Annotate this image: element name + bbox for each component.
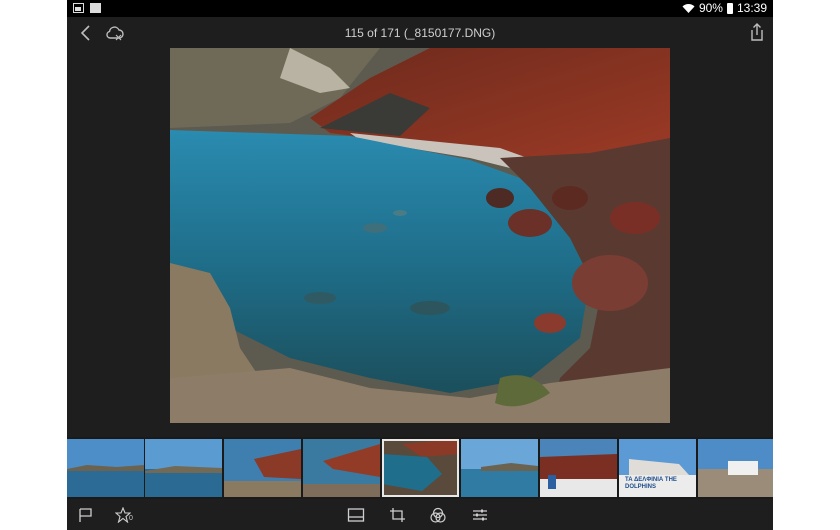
battery-percent: 90%: [698, 1, 723, 15]
filmstrip-thumbnail[interactable]: [224, 439, 301, 497]
filmstrip-thumbnail[interactable]: [67, 439, 144, 497]
thumbnail-image: [461, 439, 538, 497]
flag-icon[interactable]: [77, 507, 95, 523]
rating-control[interactable]: 0: [114, 506, 137, 524]
thumbnail-image: [303, 439, 380, 497]
crop-icon[interactable]: [389, 507, 407, 523]
rating-count: 0: [129, 515, 133, 522]
filmstrip-thumbnail[interactable]: [145, 439, 222, 497]
filmstrip-thumbnail-selected[interactable]: [382, 439, 459, 497]
top-bar: 115 of 171 (_8150177.DNG): [67, 17, 773, 49]
gallery-icon: [73, 3, 84, 13]
wifi-icon: [682, 3, 695, 13]
main-photo[interactable]: [170, 48, 670, 423]
clock: 13:39: [736, 1, 767, 15]
battery-icon: [726, 2, 733, 14]
thumbnail-image: [540, 439, 617, 497]
filmstrip-thumbnail[interactable]: [698, 439, 773, 497]
thumbnail-caption: TA ΔΕΛΦΙΝΙΑ THE DOLPHINS: [625, 477, 677, 490]
filmstrip: TA ΔΕΛΦΙΝΙΑ THE DOLPHINS: [67, 437, 773, 499]
beach-photo-image: [170, 48, 670, 423]
filmstrip-view-icon[interactable]: [347, 507, 365, 523]
app-frame: 90% 13:39 115 of 171 (_8150177.DNG) TA Δ…: [67, 0, 773, 530]
photo-title: 115 of 171 (_8150177.DNG): [344, 26, 496, 40]
filmstrip-thumbnail[interactable]: [303, 439, 380, 497]
thumbnail-image: [145, 439, 222, 497]
adjust-sliders-icon[interactable]: [471, 507, 489, 523]
status-bar: 90% 13:39: [67, 0, 773, 17]
bottom-toolbar: 0: [67, 499, 773, 530]
share-icon[interactable]: [749, 22, 765, 42]
thumbnail-image: [698, 439, 773, 497]
presets-icon[interactable]: [429, 507, 447, 523]
filmstrip-thumbnail[interactable]: [540, 439, 617, 497]
thumbnail-image: [67, 439, 144, 497]
gmail-icon: [90, 3, 101, 13]
thumbnail-image: [382, 439, 459, 497]
filmstrip-thumbnail[interactable]: [461, 439, 538, 497]
filmstrip-thumbnail[interactable]: TA ΔΕΛΦΙΝΙΑ THE DOLPHINS: [619, 439, 696, 497]
thumbnail-image: [224, 439, 301, 497]
